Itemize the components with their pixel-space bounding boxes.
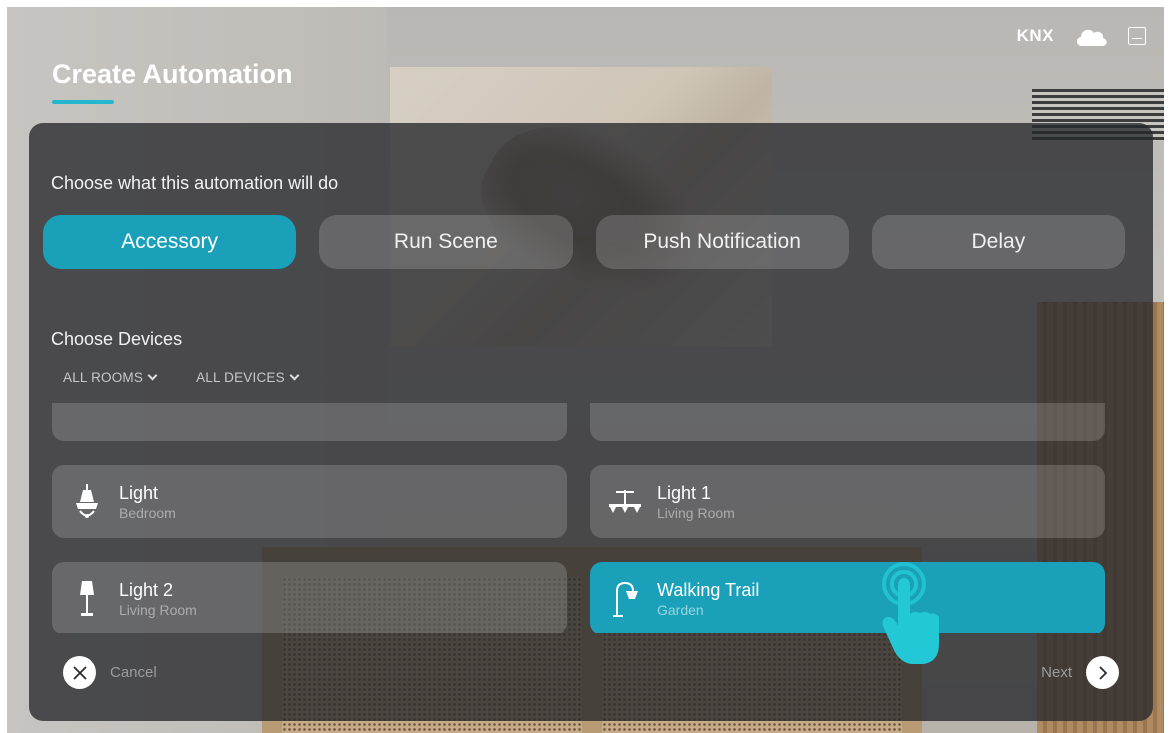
device-card-walking-trail[interactable]: Walking Trail Garden <box>590 562 1105 633</box>
chevron-right-icon <box>1086 656 1119 689</box>
device-room: Living Room <box>657 504 735 521</box>
page-title: Create Automation <box>52 59 293 89</box>
chevron-down-icon <box>147 370 158 381</box>
device-list[interactable]: Light Bedroom Light 1 Living Room Light … <box>29 403 1153 633</box>
action-heading: Choose what this automation will do <box>51 173 339 193</box>
device-card-light-1[interactable]: Light 1 Living Room <box>590 465 1105 538</box>
device-card-partial[interactable] <box>590 403 1105 441</box>
device-card-partial[interactable] <box>52 403 567 441</box>
devices-filter-label: ALL DEVICES <box>196 370 285 385</box>
garden-lamp-icon <box>608 579 642 619</box>
next-button[interactable]: Next <box>1041 656 1119 689</box>
device-room: Garden <box>657 601 704 618</box>
devices-heading: Choose Devices <box>51 329 183 349</box>
home-icon[interactable] <box>1128 27 1146 45</box>
device-name: Light <box>119 482 159 503</box>
device-filters: ALL ROOMS ALL DEVICES <box>63 370 300 385</box>
device-card-light-2[interactable]: Light 2 Living Room <box>52 562 567 633</box>
floor-lamp-icon <box>70 579 104 619</box>
chevron-down-icon <box>289 370 300 381</box>
ceiling-light-icon <box>608 482 642 522</box>
action-tabs: Accessory Run Scene Push Notification De… <box>43 215 1125 269</box>
device-name: Light 2 <box>119 579 174 600</box>
cloud-icon[interactable] <box>1074 25 1108 47</box>
chandelier-icon <box>70 482 104 522</box>
close-icon <box>63 656 96 689</box>
cancel-label: Cancel <box>110 664 157 681</box>
rooms-filter[interactable]: ALL ROOMS <box>63 370 158 385</box>
device-name: Light 1 <box>657 482 712 503</box>
status-bar: KNX <box>1017 25 1146 47</box>
devices-filter[interactable]: ALL DEVICES <box>196 370 300 385</box>
automation-panel: Choose what this automation will do Acce… <box>29 123 1153 721</box>
screen: KNX Create Automation Choose what this a… <box>7 7 1164 733</box>
knx-label: KNX <box>1016 26 1054 45</box>
title-underline <box>52 100 114 104</box>
device-room: Living Room <box>119 601 197 618</box>
tab-delay[interactable]: Delay <box>871 215 1125 269</box>
device-name: Walking Trail <box>657 579 760 600</box>
device-card-light-bedroom[interactable]: Light Bedroom <box>52 465 567 538</box>
tab-accessory[interactable]: Accessory <box>43 215 297 269</box>
tab-push-notification[interactable]: Push Notification <box>595 215 849 269</box>
next-label: Next <box>1041 664 1072 681</box>
device-room: Bedroom <box>119 504 176 521</box>
rooms-filter-label: ALL ROOMS <box>63 370 144 385</box>
tap-hand-icon <box>882 562 939 664</box>
tab-run-scene[interactable]: Run Scene <box>319 215 573 269</box>
cancel-button[interactable]: Cancel <box>63 656 157 689</box>
